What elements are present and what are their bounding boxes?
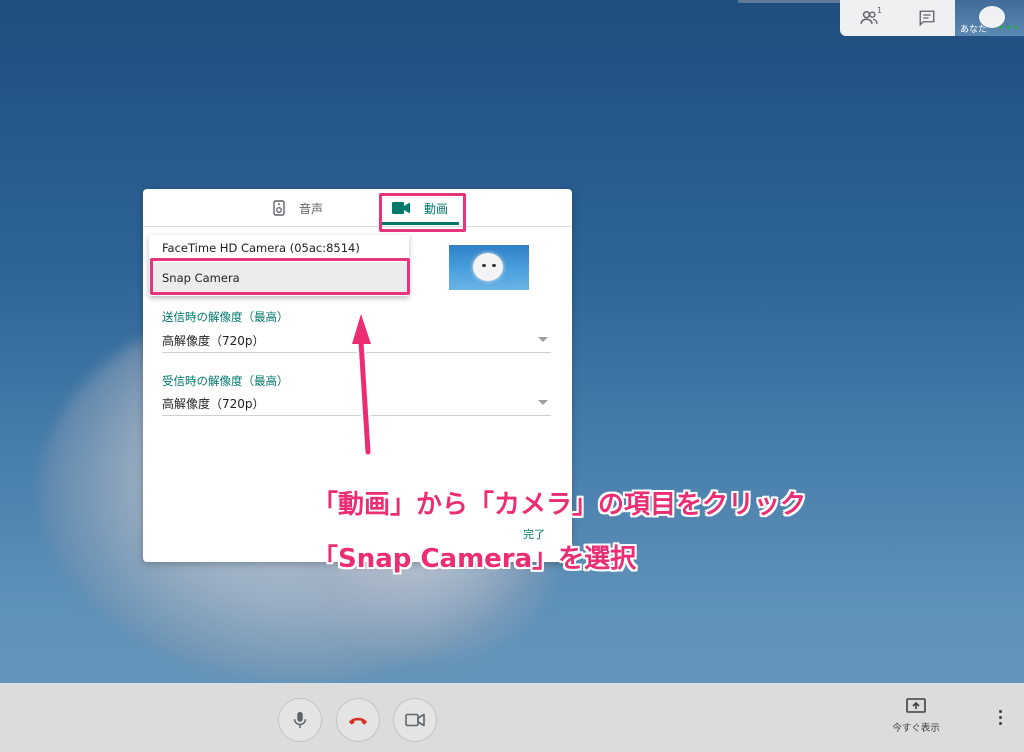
annotation-text-line1: 「動画」から「カメラ」の項目をクリック <box>312 490 807 520</box>
receive-resolution-underline <box>162 415 551 416</box>
present-now-button[interactable]: 今すぐ表示 <box>876 698 956 738</box>
call-controls-bar: 今すぐ表示 <box>0 683 1024 752</box>
more-options-button[interactable] <box>990 705 1010 729</box>
send-resolution-label: 送信時の解像度（最高） <box>162 310 289 324</box>
speaker-icon <box>273 200 285 216</box>
camera-dropdown-menu: FaceTime HD Camera (05ac:8514) Snap Came… <box>149 235 409 296</box>
receive-resolution-select[interactable]: 高解像度（720p） <box>162 395 265 412</box>
preview-eye-left <box>482 264 486 267</box>
more-vert-icon-dot <box>998 715 1002 719</box>
send-resolution-select[interactable]: 高解像度（720p） <box>162 332 265 349</box>
videocam-icon <box>392 202 410 214</box>
microphone-button[interactable] <box>278 698 322 742</box>
participants-button[interactable]: 1 <box>840 0 898 36</box>
tab-video-label: 動画 <box>424 201 449 216</box>
chat-icon <box>919 10 935 27</box>
tab-video-indicator <box>379 222 459 225</box>
more-vert-icon-dot <box>998 721 1002 725</box>
annotation-text-line2: 「Snap Camera」を選択 <box>312 544 637 574</box>
self-menu-icon[interactable]: ••• <box>998 23 1020 34</box>
chat-button[interactable] <box>898 0 956 36</box>
send-resolution-dropdown-icon[interactable] <box>538 337 548 342</box>
settings-tabs: 音声 動画 <box>143 189 572 227</box>
videocam-icon <box>405 713 425 727</box>
receive-resolution-label: 受信時の解像度（最高） <box>162 374 289 388</box>
self-label: あなた <box>960 25 988 35</box>
camera-toggle-button[interactable] <box>393 698 437 742</box>
present-screen-icon <box>906 698 926 713</box>
receive-resolution-dropdown-icon[interactable] <box>538 400 548 405</box>
tab-audio[interactable]: 音声 <box>273 189 323 227</box>
end-call-button[interactable] <box>336 698 380 742</box>
mic-icon <box>293 711 307 729</box>
camera-option-facetime[interactable]: FaceTime HD Camera (05ac:8514) <box>149 235 409 261</box>
end-call-icon <box>348 717 368 725</box>
tab-audio-label: 音声 <box>299 201 324 216</box>
camera-option-snap-camera[interactable]: Snap Camera <box>149 262 409 294</box>
participant-count: 1 <box>877 6 883 15</box>
more-vert-icon-dot <box>998 709 1002 713</box>
send-resolution-underline <box>162 352 551 353</box>
camera-preview <box>449 245 529 290</box>
present-now-label: 今すぐ表示 <box>892 723 940 734</box>
preview-avatar <box>473 253 503 281</box>
self-view-tile[interactable]: あなた ••• <box>955 0 1024 36</box>
preview-eye-right <box>492 264 496 267</box>
people-icon <box>860 11 878 24</box>
